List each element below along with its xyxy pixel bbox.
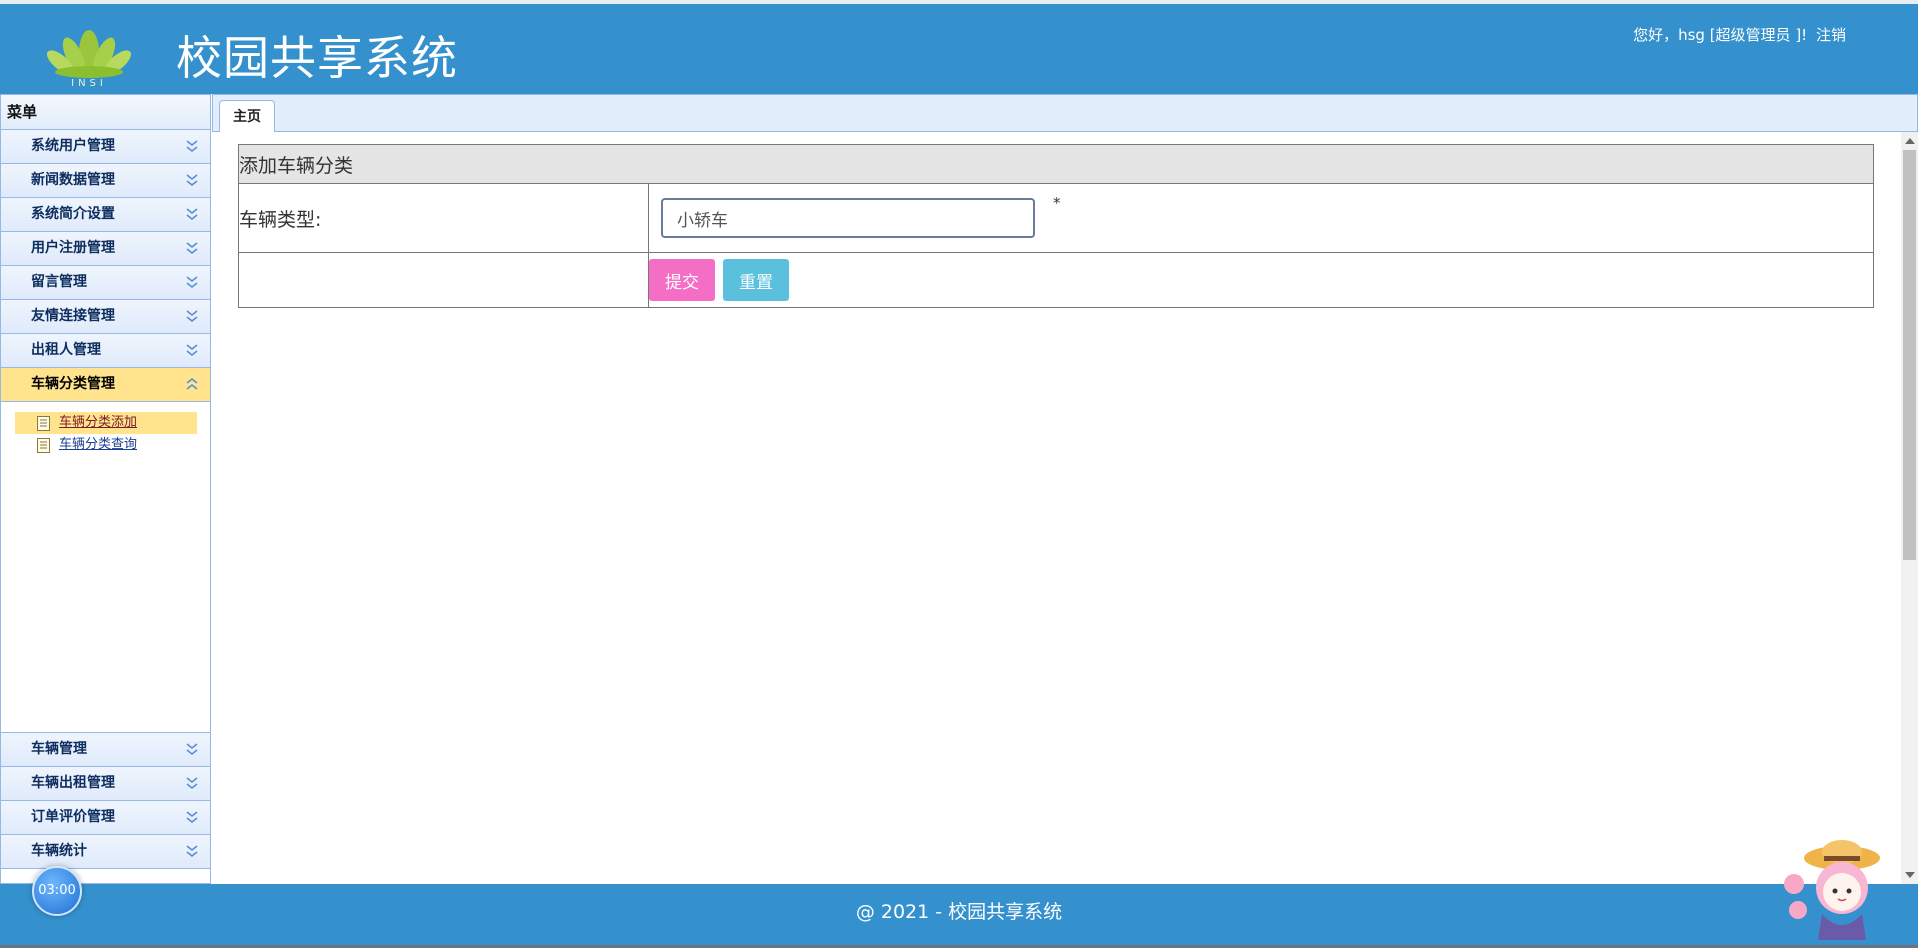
add-category-form: 添加车辆分类 车辆类型: * 提交 重置 — [238, 144, 1874, 308]
double-chevron-down-icon — [186, 310, 198, 323]
empty-cell — [238, 252, 649, 308]
lotus-logo-icon: INSI — [46, 30, 132, 88]
menu-item-label: 系统用户管理 — [31, 138, 115, 154]
tab-home[interactable]: 主页 — [219, 100, 275, 132]
double-chevron-down-icon — [186, 242, 198, 255]
menu-item-label: 车辆统计 — [31, 843, 87, 859]
main-panel: 主页 添加车辆分类 车辆类型: * 提交 重置 — [212, 94, 1918, 884]
form-container: 添加车辆分类 车辆类型: * 提交 重置 — [238, 144, 1874, 308]
double-chevron-down-icon — [186, 743, 198, 756]
vehicle-category-submenu: 车辆分类添加 车辆分类查询 — [1, 402, 210, 733]
menu-item-vehicles[interactable]: 车辆管理 — [1, 733, 210, 767]
vehicle-type-label: 车辆类型: — [238, 183, 649, 253]
timer-widget[interactable]: 03:00 — [32, 866, 82, 916]
menu-item-system-users[interactable]: 系统用户管理 — [1, 130, 210, 164]
footer-bar: @ 2021 - 校园共享系统 — [0, 884, 1918, 948]
vehicle-type-cell: * — [648, 183, 1874, 253]
document-icon — [37, 438, 50, 453]
menu-item-user-registration[interactable]: 用户注册管理 — [1, 232, 210, 266]
scroll-up-icon[interactable] — [1905, 138, 1915, 144]
submenu-item-add-category[interactable]: 车辆分类添加 — [15, 412, 197, 434]
footer-text: @ 2021 - 校园共享系统 — [855, 901, 1063, 923]
menu-item-vehicle-statistics[interactable]: 车辆统计 — [1, 835, 210, 869]
menu-item-vehicle-rentals[interactable]: 车辆出租管理 — [1, 767, 210, 801]
sidebar-title: 菜单 — [1, 95, 210, 130]
menu-item-label: 系统简介设置 — [31, 206, 115, 222]
user-info: 您好，hsg [超级管理员 ]! 注销 — [1629, 24, 1846, 45]
required-mark: * — [1053, 194, 1061, 212]
menu-item-label: 友情连接管理 — [31, 308, 115, 324]
menu-item-label: 订单评价管理 — [31, 809, 115, 825]
menu-item-friend-links[interactable]: 友情连接管理 — [1, 300, 210, 334]
menu-item-lessors[interactable]: 出租人管理 — [1, 334, 210, 368]
submit-button[interactable]: 提交 — [649, 259, 715, 301]
menu-item-news[interactable]: 新闻数据管理 — [1, 164, 210, 198]
double-chevron-down-icon — [186, 174, 198, 187]
document-icon — [37, 416, 50, 431]
menu-item-messages[interactable]: 留言管理 — [1, 266, 210, 300]
sidebar-menu: 菜单 系统用户管理 新闻数据管理 系统简介设置 用户注册管理 留言管理 友情连接… — [0, 94, 211, 884]
vehicle-type-input[interactable] — [661, 198, 1035, 238]
menu-item-label: 用户注册管理 — [31, 240, 115, 256]
svg-text:INSI: INSI — [71, 78, 107, 88]
double-chevron-down-icon — [186, 777, 198, 790]
menu-item-intro-settings[interactable]: 系统简介设置 — [1, 198, 210, 232]
scroll-down-icon[interactable] — [1905, 872, 1915, 878]
submenu-link[interactable]: 车辆分类添加 — [59, 415, 137, 430]
double-chevron-down-icon — [186, 208, 198, 221]
menu-item-vehicle-categories[interactable]: 车辆分类管理 — [1, 368, 210, 402]
double-chevron-down-icon — [186, 811, 198, 824]
menu-item-label: 留言管理 — [31, 274, 87, 290]
button-cell: 提交 重置 — [648, 252, 1874, 308]
double-chevron-down-icon — [186, 845, 198, 858]
double-chevron-down-icon — [186, 276, 198, 289]
scroll-thumb[interactable] — [1903, 150, 1916, 560]
header-bar: INSI 校园共享系统 您好，hsg [超级管理员 ]! 注销 — [0, 0, 1918, 94]
double-chevron-down-icon — [186, 344, 198, 357]
submenu-item-query-category[interactable]: 车辆分类查询 — [15, 434, 197, 456]
menu-item-order-reviews[interactable]: 订单评价管理 — [1, 801, 210, 835]
mascot-character-icon[interactable] — [1780, 836, 1890, 946]
submenu-link[interactable]: 车辆分类查询 — [59, 437, 137, 452]
menu-item-label: 车辆分类管理 — [31, 376, 115, 392]
form-heading: 添加车辆分类 — [238, 144, 1874, 184]
menu-item-label: 车辆出租管理 — [31, 775, 115, 791]
menu-item-label: 新闻数据管理 — [31, 172, 115, 188]
tab-strip: 主页 — [212, 94, 1918, 132]
double-chevron-up-icon — [186, 377, 198, 390]
menu-item-label: 车辆管理 — [31, 741, 87, 757]
double-chevron-down-icon — [186, 140, 198, 153]
vertical-scrollbar[interactable] — [1901, 132, 1918, 884]
app-title: 校园共享系统 — [176, 31, 458, 85]
greeting-text: 您好，hsg [超级管理员 ]! — [1633, 26, 1808, 44]
reset-button[interactable]: 重置 — [723, 259, 789, 301]
logout-link[interactable]: 注销 — [1816, 26, 1846, 44]
menu-item-label: 出租人管理 — [31, 342, 101, 358]
